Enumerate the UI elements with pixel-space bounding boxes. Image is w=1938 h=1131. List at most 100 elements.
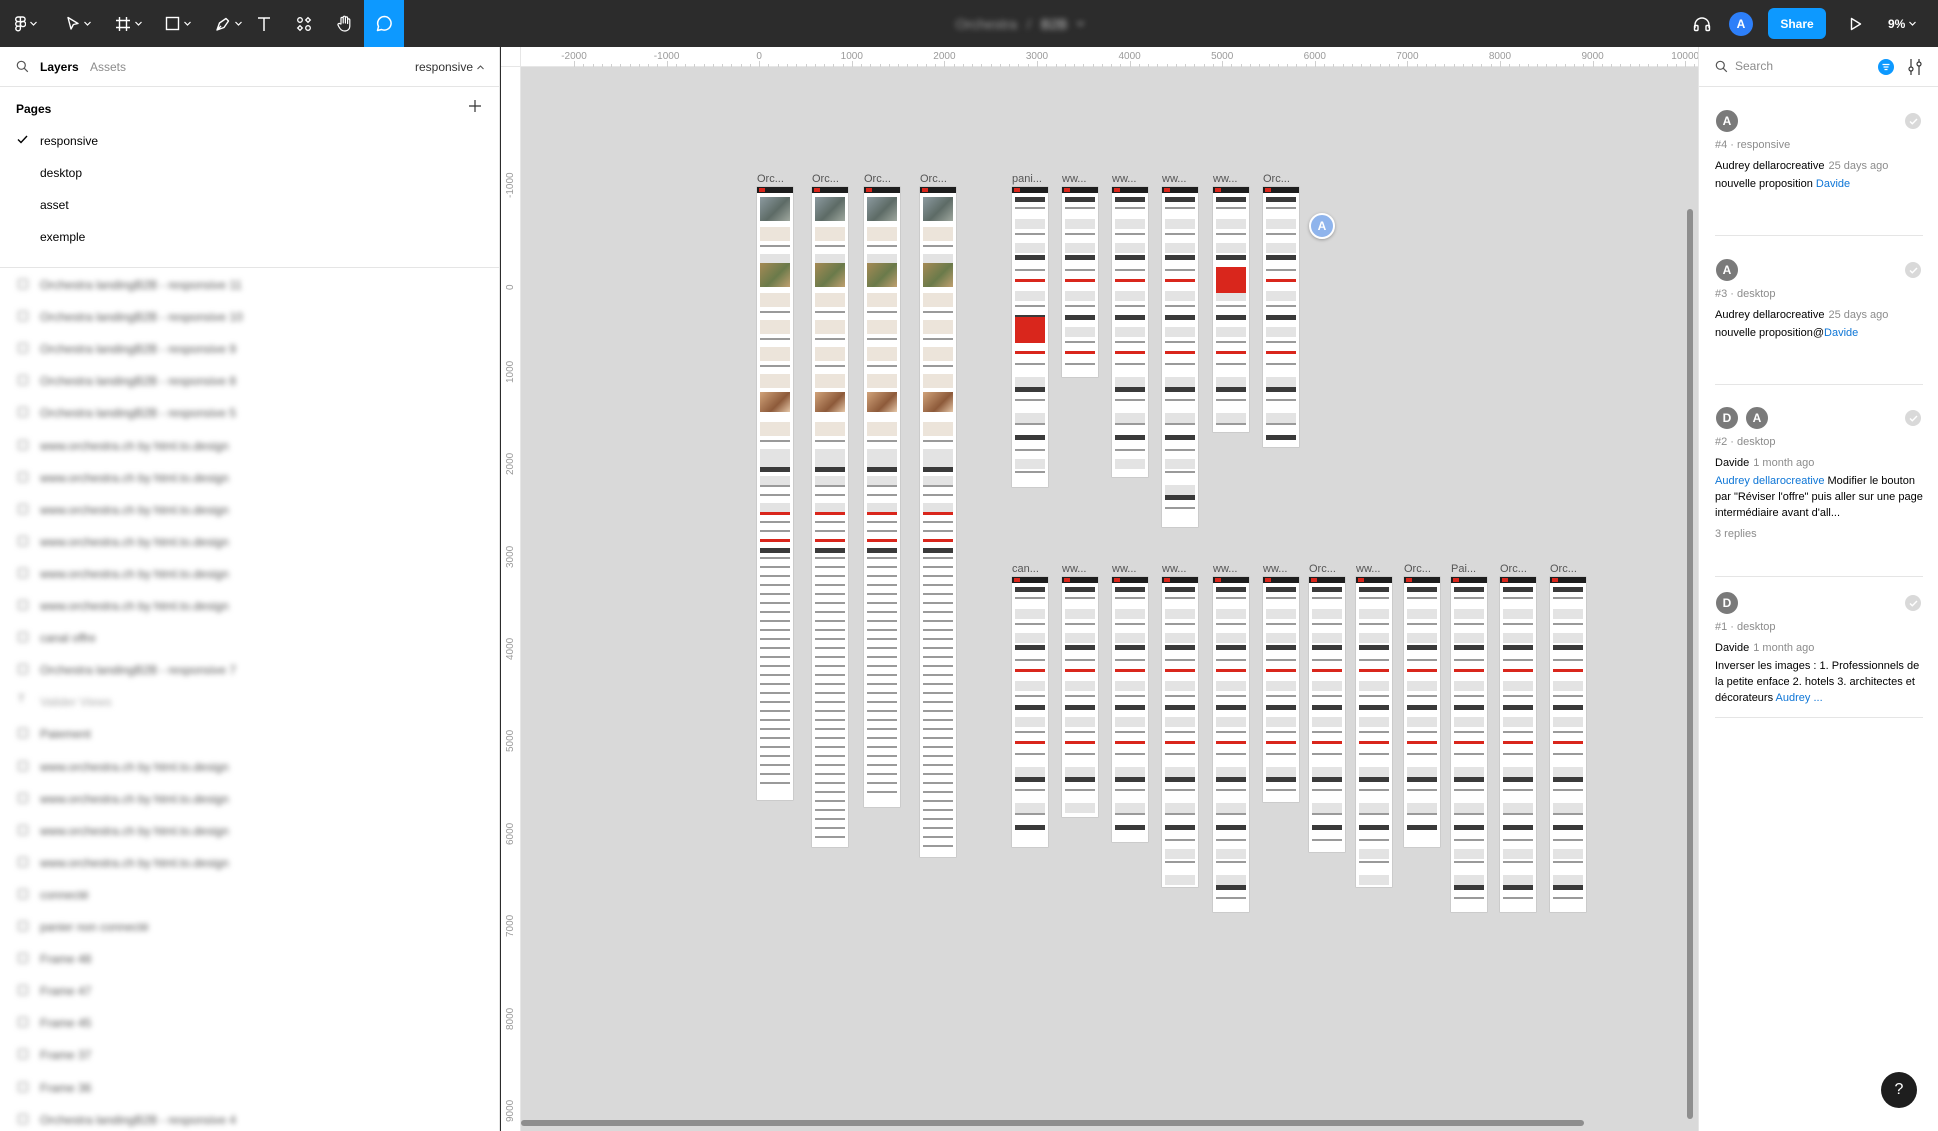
resolve-check-icon[interactable]	[1905, 595, 1921, 611]
page-selector[interactable]: responsive	[415, 60, 484, 74]
comment-tool-button[interactable]	[364, 0, 404, 47]
page-frame-thumbnail[interactable]	[1012, 577, 1048, 847]
layer-row[interactable]: Paiement	[0, 718, 499, 750]
frame-label[interactable]: Orc...	[812, 173, 839, 185]
frame-label[interactable]: Orc...	[1263, 173, 1290, 185]
frame-label[interactable]: Orc...	[864, 173, 891, 185]
layer-row[interactable]: Orchestra landingB2B - responsive 4	[0, 1104, 499, 1131]
resources-tool-button[interactable]	[290, 0, 318, 47]
page-frame-thumbnail[interactable]	[1012, 187, 1048, 487]
layer-row[interactable]: panier non connecté	[0, 911, 499, 943]
frame-label[interactable]: ww...	[1162, 173, 1186, 185]
shape-tool-button[interactable]	[158, 0, 198, 47]
document-title[interactable]: Orchestra / B2B	[900, 0, 1140, 47]
resolve-check-icon[interactable]	[1905, 410, 1921, 426]
layer-row[interactable]: canal offre	[0, 622, 499, 654]
page-frame-thumbnail[interactable]	[812, 187, 848, 847]
page-frame-thumbnail[interactable]	[1112, 187, 1148, 477]
layer-row[interactable]: T Valider Views	[0, 686, 499, 718]
text-tool-button[interactable]	[252, 0, 276, 47]
move-tool-button[interactable]	[58, 0, 98, 47]
filter-icon[interactable]	[1878, 59, 1894, 75]
layer-row[interactable]: Frame 48	[0, 943, 499, 975]
layer-row[interactable]: www.orchestra.ch by html.to.design	[0, 751, 499, 783]
page-frame-thumbnail[interactable]	[1162, 187, 1198, 527]
frame-label[interactable]: can...	[1012, 563, 1039, 575]
present-button[interactable]	[1844, 0, 1868, 47]
comment-card[interactable]: A #4 · responsive Audrey dellarocreative 25…	[1715, 109, 1923, 219]
page-item-exemple[interactable]: exemple	[40, 230, 85, 244]
frame-label[interactable]: pani...	[1012, 173, 1042, 185]
search-icon[interactable]	[16, 60, 29, 73]
page-frame-thumbnail[interactable]	[1213, 187, 1249, 432]
user-avatar[interactable]: A	[1729, 12, 1753, 36]
layer-row[interactable]: Frame 36	[0, 1072, 499, 1104]
comment-card[interactable]: D #1 · desktop Davide 1 month ago Inverser l…	[1715, 591, 1923, 704]
layer-row[interactable]: www.orchestra.ch by html.to.design	[0, 815, 499, 847]
comment-mention[interactable]: Davide	[1816, 178, 1850, 190]
frame-label[interactable]: ww...	[1162, 563, 1186, 575]
layer-row[interactable]: www.orchestra.ch by html.to.design	[0, 558, 499, 590]
share-button[interactable]: Share	[1768, 8, 1826, 39]
page-frame-thumbnail[interactable]	[1309, 577, 1345, 852]
comment-replies[interactable]: 3 replies	[1715, 528, 1757, 540]
frame-label[interactable]: Orc...	[757, 173, 784, 185]
frame-label[interactable]: Orc...	[1550, 563, 1577, 575]
frame-label[interactable]: ww...	[1263, 563, 1287, 575]
page-frame-thumbnail[interactable]	[757, 187, 793, 800]
layer-row[interactable]: Orchestra landingB2B - responsive 10	[0, 301, 499, 333]
layer-row[interactable]: connecté	[0, 879, 499, 911]
frame-label[interactable]: ww...	[1112, 173, 1136, 185]
comment-mention[interactable]: Audrey ...	[1776, 692, 1823, 704]
frame-label[interactable]: Pai...	[1451, 563, 1476, 575]
page-frame-thumbnail[interactable]	[1062, 577, 1098, 817]
comment-search-input[interactable]: Search	[1735, 59, 1773, 73]
layer-row[interactable]: Orchestra landingB2B - responsive 8	[0, 365, 499, 397]
comment-mention[interactable]: Davide	[1824, 327, 1858, 339]
frame-label[interactable]: ww...	[1112, 563, 1136, 575]
layer-row[interactable]: www.orchestra.ch by html.to.design	[0, 590, 499, 622]
main-menu-button[interactable]	[8, 0, 44, 47]
page-frame-thumbnail[interactable]	[1356, 577, 1392, 887]
add-page-icon[interactable]	[468, 99, 482, 113]
layer-row[interactable]: www.orchestra.ch by html.to.design	[0, 494, 499, 526]
layer-row[interactable]: Orchestra landingB2B - responsive 9	[0, 333, 499, 365]
audio-chat-button[interactable]	[1690, 0, 1714, 47]
page-item-desktop[interactable]: desktop	[40, 166, 82, 180]
page-frame-thumbnail[interactable]	[1451, 577, 1487, 912]
frame-label[interactable]: Orc...	[1309, 563, 1336, 575]
page-frame-thumbnail[interactable]	[1500, 577, 1536, 912]
frame-label[interactable]: ww...	[1213, 563, 1237, 575]
layer-row[interactable]: Orchestra landingB2B - responsive 11	[0, 269, 499, 301]
layer-row[interactable]: Orchestra landingB2B - responsive 7	[0, 654, 499, 686]
frame-label[interactable]: ww...	[1062, 563, 1086, 575]
horizontal-scrollbar[interactable]	[521, 1120, 1584, 1126]
layer-row[interactable]: Frame 47	[0, 975, 499, 1007]
resolve-check-icon[interactable]	[1905, 113, 1921, 129]
frame-label[interactable]: Orc...	[920, 173, 947, 185]
page-frame-thumbnail[interactable]	[1550, 577, 1586, 912]
page-frame-thumbnail[interactable]	[920, 187, 956, 857]
help-button[interactable]: ?	[1881, 1072, 1917, 1108]
frame-tool-button[interactable]	[108, 0, 148, 47]
comment-pin[interactable]: A	[1309, 213, 1335, 239]
vertical-scrollbar[interactable]	[1687, 209, 1693, 1119]
page-frame-thumbnail[interactable]	[1213, 577, 1249, 912]
tab-layers[interactable]: Layers	[40, 60, 79, 74]
resolve-check-icon[interactable]	[1905, 262, 1921, 278]
page-frame-thumbnail[interactable]	[1263, 187, 1299, 447]
frame-label[interactable]: ww...	[1062, 173, 1086, 185]
layer-row[interactable]: www.orchestra.ch by html.to.design	[0, 526, 499, 558]
layer-row[interactable]: www.orchestra.ch by html.to.design	[0, 847, 499, 879]
page-item-asset[interactable]: asset	[40, 198, 69, 212]
frame-label[interactable]: Orc...	[1500, 563, 1527, 575]
layer-row[interactable]: www.orchestra.ch by html.to.design	[0, 430, 499, 462]
layer-row[interactable]: Frame 37	[0, 1039, 499, 1071]
page-item-responsive[interactable]: responsive	[40, 134, 98, 148]
tab-assets[interactable]: Assets	[90, 60, 126, 74]
zoom-dropdown[interactable]: 9%	[1888, 0, 1917, 47]
page-frame-thumbnail[interactable]	[1162, 577, 1198, 887]
page-frame-thumbnail[interactable]	[1263, 577, 1299, 802]
comment-mention[interactable]: Audrey dellarocreative	[1715, 475, 1824, 487]
sliders-settings-icon[interactable]	[1907, 58, 1923, 76]
